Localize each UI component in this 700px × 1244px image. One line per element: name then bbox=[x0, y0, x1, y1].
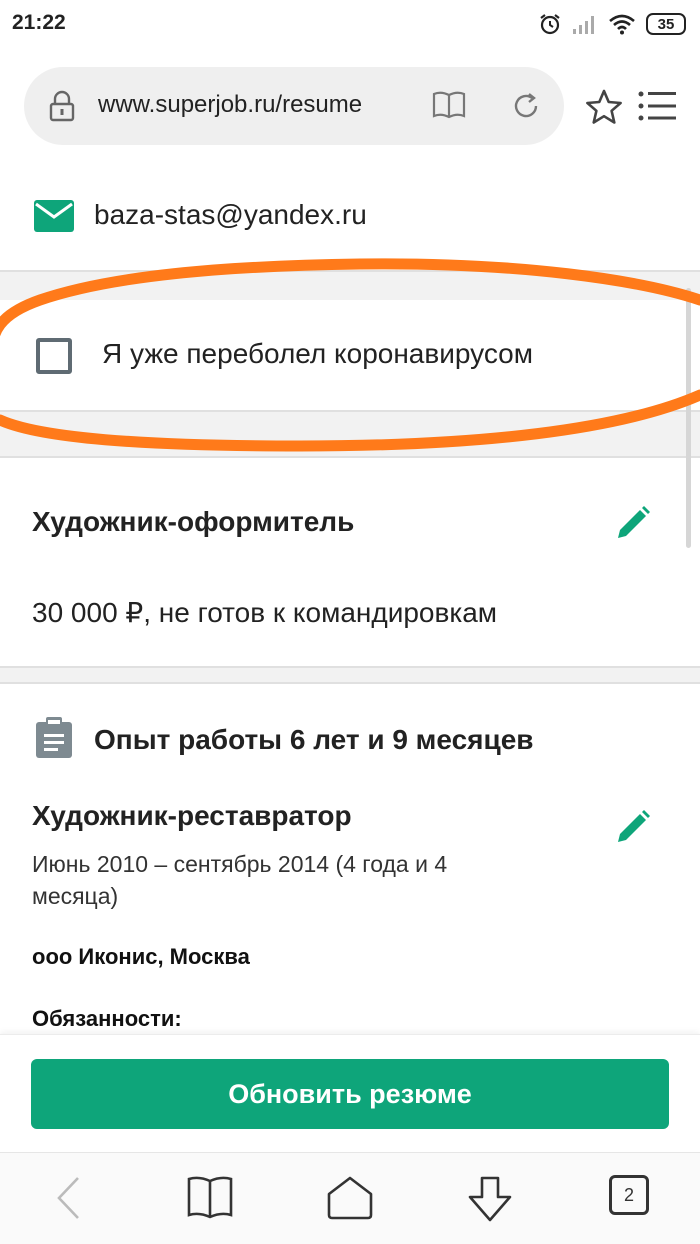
status-icons: 35 bbox=[538, 10, 686, 38]
edit-pencil-icon[interactable] bbox=[614, 504, 652, 542]
alarm-icon bbox=[540, 14, 560, 35]
clipboard-icon bbox=[36, 717, 72, 758]
experience-company: ооо Иконис, Москва bbox=[32, 944, 250, 969]
reload-icon[interactable] bbox=[510, 90, 542, 122]
back-icon[interactable] bbox=[54, 1175, 84, 1221]
signal-icon bbox=[573, 16, 594, 34]
email-row: baza-stas@yandex.ru bbox=[0, 180, 700, 252]
reader-mode-icon[interactable] bbox=[432, 90, 466, 120]
status-bar: 21:22 35 bbox=[0, 0, 700, 50]
section-divider bbox=[0, 270, 700, 302]
covid-checkbox[interactable] bbox=[36, 338, 72, 374]
status-time: 21:22 bbox=[12, 11, 66, 34]
battery-indicator: 35 bbox=[646, 13, 686, 35]
lock-icon bbox=[49, 90, 75, 122]
download-icon[interactable] bbox=[466, 1175, 514, 1223]
covid-checkbox-row[interactable]: Я уже переболел коронавирусом bbox=[0, 300, 700, 412]
home-icon[interactable] bbox=[326, 1175, 374, 1221]
scrollbar[interactable] bbox=[686, 288, 691, 548]
action-bar: Обновить резюме bbox=[0, 1034, 700, 1152]
update-resume-button[interactable]: Обновить резюме bbox=[31, 1059, 669, 1129]
section-divider bbox=[0, 410, 700, 458]
browser-nav-bar: 2 bbox=[0, 1152, 700, 1244]
experience-heading: Опыт работы 6 лет и 9 месяцев bbox=[94, 724, 534, 755]
covid-checkbox-label[interactable]: Я уже переболел коронавирусом bbox=[102, 338, 533, 370]
mail-icon bbox=[34, 200, 74, 232]
bookmarks-book-icon[interactable] bbox=[186, 1175, 234, 1219]
menu-icon[interactable] bbox=[638, 91, 678, 123]
experience-position: Художник-реставратор bbox=[32, 800, 352, 831]
edit-pencil-icon[interactable] bbox=[614, 808, 652, 846]
email-address: baza-stas@yandex.ru bbox=[94, 199, 367, 230]
section-divider bbox=[0, 666, 700, 684]
url-text[interactable]: www.superjob.ru/resume bbox=[98, 91, 422, 119]
resume-title: Художник-оформитель bbox=[32, 506, 355, 537]
tabs-count-button[interactable]: 2 bbox=[609, 1175, 649, 1215]
wifi-icon bbox=[609, 14, 635, 35]
bookmark-star-icon[interactable] bbox=[584, 88, 624, 126]
experience-period: Июнь 2010 – сентябрь 2014 (4 года и 4 ме… bbox=[32, 851, 448, 909]
resume-salary: 30 000 ₽, не готов к командировкам bbox=[32, 597, 498, 628]
address-bar[interactable]: www.superjob.ru/resume bbox=[24, 67, 564, 145]
experience-duties-label: Обязанности: bbox=[32, 1006, 182, 1031]
